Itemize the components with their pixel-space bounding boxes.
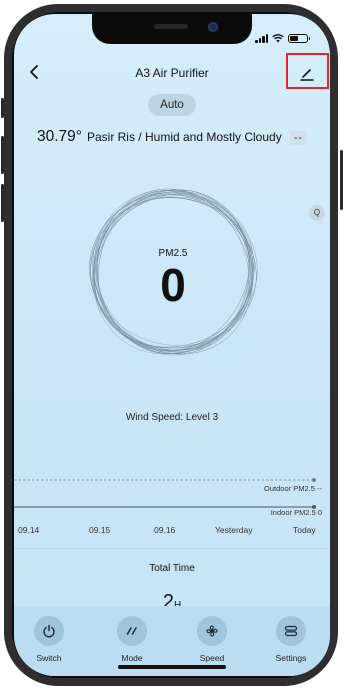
app-screen: A3 Air Purifier Auto 30.79° Pasir Ris / … bbox=[14, 14, 330, 676]
notch bbox=[92, 14, 252, 44]
date-label[interactable]: 09.15 bbox=[89, 525, 110, 535]
settings-label: Settings bbox=[275, 653, 307, 663]
switch-icon-circle bbox=[34, 616, 64, 646]
date-label[interactable]: Today bbox=[293, 525, 316, 535]
volume-down-button bbox=[1, 184, 4, 222]
battery-icon bbox=[288, 33, 310, 43]
outdoor-pm-label: Outdoor PM2.5 -- bbox=[264, 484, 322, 493]
weather-info: 30.79° Pasir Ris / Humid and Mostly Clou… bbox=[14, 128, 330, 146]
wifi-icon bbox=[272, 34, 284, 43]
speaker-grille bbox=[154, 24, 188, 29]
total-time-label: Total Time bbox=[149, 563, 195, 574]
page-title: A3 Air Purifier bbox=[135, 66, 209, 80]
mode-button[interactable]: Mode bbox=[100, 616, 164, 663]
cellular-signal-icon bbox=[255, 33, 268, 43]
quick-q-button[interactable]: Q bbox=[309, 205, 325, 221]
settings-button[interactable]: Settings bbox=[259, 616, 323, 663]
switch-button[interactable]: Switch bbox=[17, 616, 81, 663]
mode-slashes-icon bbox=[126, 627, 137, 635]
speed-button[interactable]: Speed bbox=[180, 616, 244, 663]
wind-speed-text: Wind Speed: Level 3 bbox=[125, 412, 219, 423]
settings-icon-circle bbox=[276, 616, 306, 646]
date-label[interactable]: Yesterday bbox=[215, 525, 253, 535]
fan-icon bbox=[206, 625, 218, 637]
power-icon bbox=[43, 624, 55, 638]
weather-badge: -- bbox=[289, 131, 308, 145]
home-indicator bbox=[118, 665, 226, 669]
temperature: 30.79° bbox=[36, 128, 82, 145]
volume-up-button bbox=[1, 136, 4, 174]
mute-switch bbox=[1, 98, 4, 118]
outdoor-point bbox=[312, 478, 316, 482]
speed-icon-circle bbox=[197, 616, 227, 646]
date-axis: 09.14 09.15 09.16 Yesterday Today bbox=[14, 525, 330, 537]
status-bar-icons bbox=[255, 33, 310, 43]
mode-label: Mode bbox=[121, 653, 143, 663]
app-header: A3 Air Purifier bbox=[14, 62, 330, 86]
section-divider bbox=[14, 548, 330, 549]
switch-label: Switch bbox=[36, 653, 62, 663]
weather-description: Pasir Ris / Humid and Mostly Cloudy bbox=[86, 130, 282, 144]
edit-highlight-box bbox=[286, 53, 329, 89]
speed-label: Speed bbox=[199, 653, 225, 663]
mode-icon-circle bbox=[117, 616, 147, 646]
indoor-pm-label: Indoor PM2.5 0 bbox=[270, 508, 322, 517]
date-label[interactable]: 09.14 bbox=[18, 525, 39, 535]
battery-level bbox=[290, 35, 298, 41]
settings-toggles-icon bbox=[284, 625, 298, 637]
power-side-button bbox=[340, 150, 343, 210]
mode-chip[interactable]: Auto bbox=[148, 94, 196, 116]
date-label[interactable]: 09.16 bbox=[154, 525, 175, 535]
front-camera bbox=[208, 22, 218, 32]
pm-ring-display: PM2.5 0 bbox=[88, 187, 258, 357]
pm-value: 0 bbox=[160, 259, 186, 311]
